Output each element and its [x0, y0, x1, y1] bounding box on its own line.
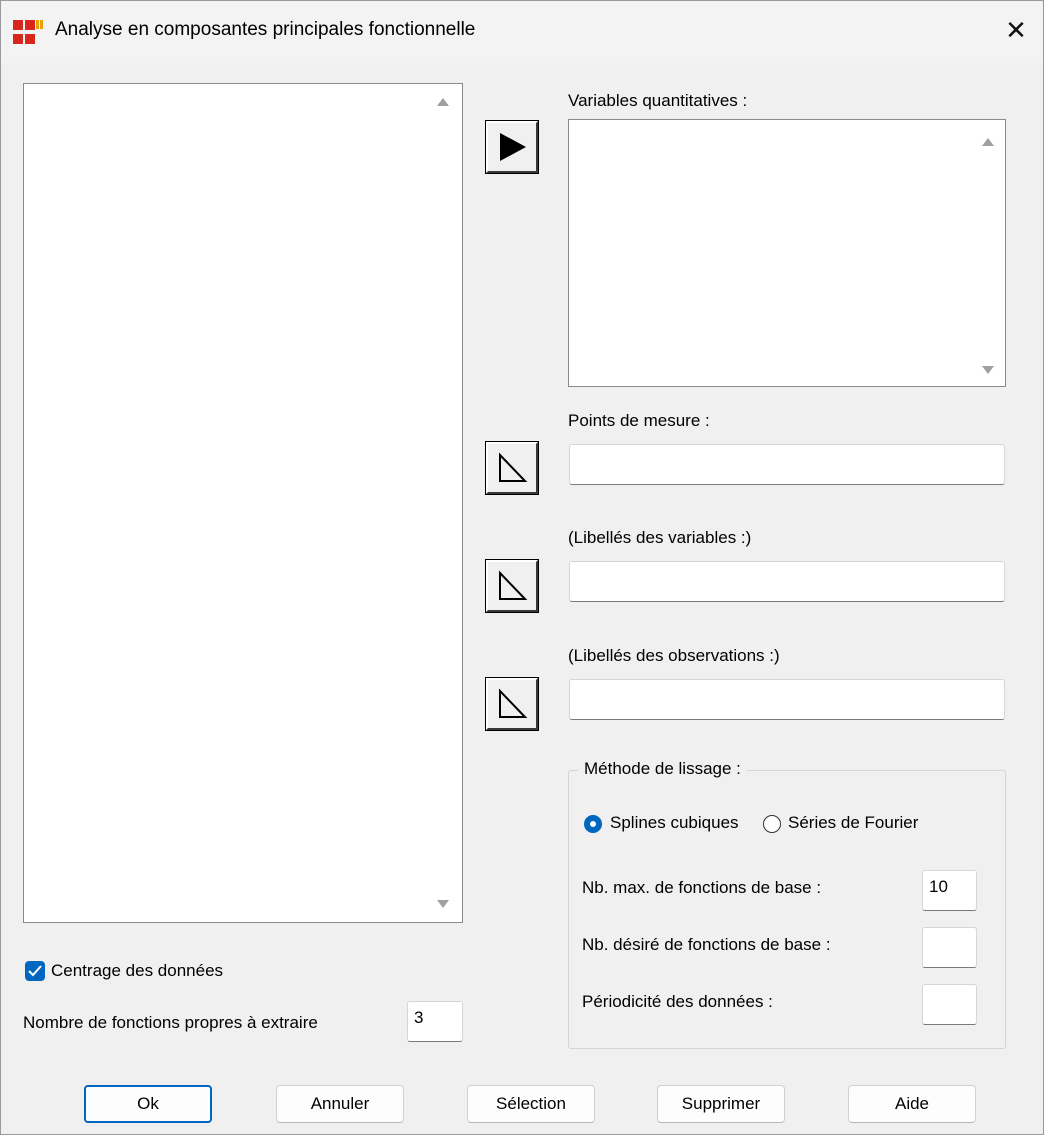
move-points-button[interactable] [485, 441, 539, 495]
series-fourier-radio[interactable] [763, 815, 781, 833]
num-functions-label: Nombre de fonctions propres à extraire [23, 1013, 318, 1032]
scroll-down-icon[interactable] [437, 900, 449, 908]
periodicity-label: Périodicité des données : [582, 992, 773, 1011]
points-de-mesure-field[interactable] [569, 444, 1005, 485]
desired-basis-label: Nb. désiré de fonctions de base : [582, 935, 831, 954]
max-basis-label: Nb. max. de fonctions de base : [582, 878, 822, 897]
delete-button[interactable]: Supprimer [657, 1085, 785, 1123]
dialog-window: Analyse en composantes principales fonct… [0, 0, 1044, 1135]
move-right-outline-icon [499, 452, 528, 482]
move-right-outline-icon [499, 688, 528, 718]
splines-cubiques-radio[interactable] [584, 815, 602, 833]
close-icon[interactable]: ✕ [999, 13, 1033, 47]
periodicity-input[interactable] [922, 984, 977, 1025]
ok-button[interactable]: Ok [84, 1085, 212, 1123]
num-functions-input[interactable]: 3 [407, 1001, 463, 1042]
move-right-outline-icon [499, 570, 528, 600]
centering-checkbox[interactable] [25, 961, 45, 981]
selection-button[interactable]: Sélection [467, 1085, 595, 1123]
smoothing-method-group: Méthode de lissage : Splines cubiques Sé… [568, 759, 1006, 1049]
scroll-up-icon[interactable] [982, 138, 994, 146]
libelles-observations-label: (Libellés des observations :) [568, 646, 780, 665]
scroll-up-icon[interactable] [437, 98, 449, 106]
help-button[interactable]: Aide [848, 1085, 976, 1123]
variables-quantitatives-label: Variables quantitatives : [568, 91, 748, 110]
title-bar: Analyse en composantes principales fonct… [1, 1, 1043, 63]
max-basis-input[interactable]: 10 [922, 870, 977, 911]
window-title: Analyse en composantes principales fonct… [55, 19, 476, 40]
move-var-labels-button[interactable] [485, 559, 539, 613]
points-de-mesure-label: Points de mesure : [568, 411, 710, 430]
move-right-filled-button[interactable] [485, 120, 539, 174]
cancel-button[interactable]: Annuler [276, 1085, 404, 1123]
series-fourier-label[interactable]: Séries de Fourier [788, 813, 918, 833]
libelles-observations-field[interactable] [569, 679, 1005, 720]
available-variables-list[interactable] [23, 83, 463, 923]
libelles-variables-label: (Libellés des variables :) [568, 528, 752, 547]
app-icon [13, 20, 43, 44]
move-obs-labels-button[interactable] [485, 677, 539, 731]
libelles-variables-field[interactable] [569, 561, 1005, 602]
move-right-filled-icon [500, 133, 526, 161]
splines-cubiques-label[interactable]: Splines cubiques [610, 813, 739, 833]
check-icon [28, 965, 42, 977]
smoothing-method-legend: Méthode de lissage : [578, 759, 747, 779]
scroll-down-icon[interactable] [982, 366, 994, 374]
variables-quantitatives-list[interactable] [568, 119, 1006, 387]
desired-basis-input[interactable] [922, 927, 977, 968]
centering-label[interactable]: Centrage des données [51, 961, 223, 981]
